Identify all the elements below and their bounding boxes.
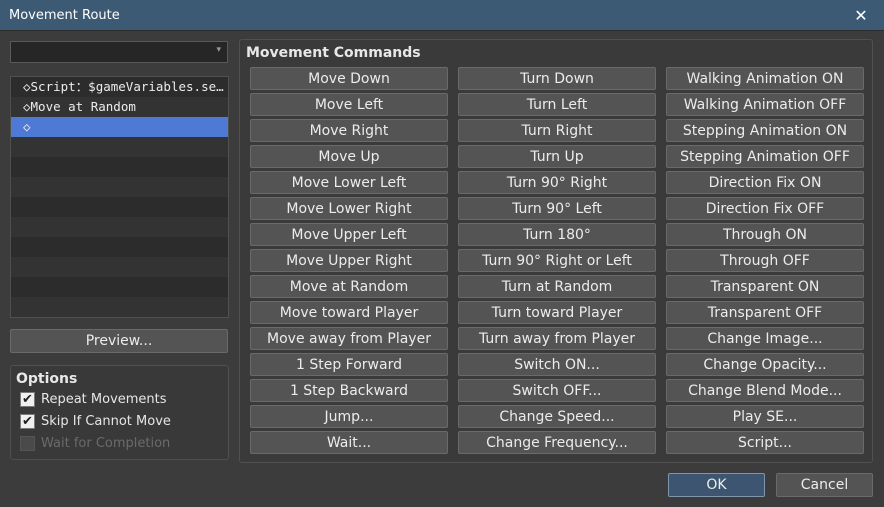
movement-commands-title: Movement Commands xyxy=(246,45,421,61)
switch-off-button[interactable]: Switch OFF... xyxy=(458,379,656,402)
turn-180-deg-button[interactable]: Turn 180° xyxy=(458,223,656,246)
route-list-item[interactable] xyxy=(11,237,228,257)
skip-if-cannot-move-checkbox[interactable]: ✔ Skip If Cannot Move xyxy=(20,414,171,429)
route-list-item[interactable]: ◇Move at Random xyxy=(11,97,228,117)
cancel-button[interactable]: Cancel xyxy=(776,473,873,497)
move-up-button[interactable]: Move Up xyxy=(250,145,448,168)
preview-button[interactable]: Preview... xyxy=(10,329,228,353)
play-se-button[interactable]: Play SE... xyxy=(666,405,864,428)
move-upper-right-button[interactable]: Move Upper Right xyxy=(250,249,448,272)
route-list-item[interactable] xyxy=(11,177,228,197)
change-image-button[interactable]: Change Image... xyxy=(666,327,864,350)
move-away-from-player-button[interactable]: Move away from Player xyxy=(250,327,448,350)
repeat-movements-checkbox[interactable]: ✔ Repeat Movements xyxy=(20,392,167,407)
transparent-on-button[interactable]: Transparent ON xyxy=(666,275,864,298)
turn-right-button[interactable]: Turn Right xyxy=(458,119,656,142)
wait-for-completion-label: Wait for Completion xyxy=(41,436,171,451)
skip-if-cannot-move-label: Skip If Cannot Move xyxy=(41,414,171,429)
move-at-random-button[interactable]: Move at Random xyxy=(250,275,448,298)
move-lower-right-button[interactable]: Move Lower Right xyxy=(250,197,448,220)
route-list[interactable]: ◇Script：$gameVariables.setValue(…◇Move a… xyxy=(10,76,229,318)
change-speed-button[interactable]: Change Speed... xyxy=(458,405,656,428)
route-list-item[interactable] xyxy=(11,137,228,157)
route-list-item[interactable] xyxy=(11,157,228,177)
through-on-button[interactable]: Through ON xyxy=(666,223,864,246)
walking-animation-off-button[interactable]: Walking Animation OFF xyxy=(666,93,864,116)
command-button-grid: Move Down Turn Down Walking Animation ON Mo… xyxy=(250,67,864,454)
move-down-button[interactable]: Move Down xyxy=(250,67,448,90)
change-blend-mode-button[interactable]: Change Blend Mode... xyxy=(666,379,864,402)
1-step-forward-button[interactable]: 1 Step Forward xyxy=(250,353,448,376)
wait-button[interactable]: Wait... xyxy=(250,431,448,454)
turn-left-button[interactable]: Turn Left xyxy=(458,93,656,116)
close-icon[interactable]: ✕ xyxy=(838,0,884,31)
move-left-button[interactable]: Move Left xyxy=(250,93,448,116)
title-bar: Movement Route ✕ xyxy=(0,0,884,31)
route-list-item[interactable]: ◇Script：$gameVariables.setValue(… xyxy=(11,77,228,97)
direction-fix-off-button[interactable]: Direction Fix OFF xyxy=(666,197,864,220)
transparent-off-button[interactable]: Transparent OFF xyxy=(666,301,864,324)
checkbox-box xyxy=(20,436,35,451)
script-button[interactable]: Script... xyxy=(666,431,864,454)
target-dropdown[interactable]: ▾ xyxy=(10,41,228,63)
ok-button[interactable]: OK xyxy=(668,473,765,497)
route-list-item[interactable] xyxy=(11,257,228,277)
jump-button[interactable]: Jump... xyxy=(250,405,448,428)
switch-on-button[interactable]: Switch ON... xyxy=(458,353,656,376)
chevron-down-icon: ▾ xyxy=(216,45,221,55)
route-list-item[interactable] xyxy=(11,217,228,237)
route-list-item[interactable] xyxy=(11,277,228,297)
checkbox-box[interactable]: ✔ xyxy=(20,414,35,429)
turn-at-random-button[interactable]: Turn at Random xyxy=(458,275,656,298)
turn-down-button[interactable]: Turn Down xyxy=(458,67,656,90)
repeat-movements-label: Repeat Movements xyxy=(41,392,167,407)
checkbox-box[interactable]: ✔ xyxy=(20,392,35,407)
stepping-animation-off-button[interactable]: Stepping Animation OFF xyxy=(666,145,864,168)
window-title: Movement Route xyxy=(9,7,120,23)
turn-90-deg-right-button[interactable]: Turn 90° Right xyxy=(458,171,656,194)
turn-away-from-player-button[interactable]: Turn away from Player xyxy=(458,327,656,350)
move-upper-left-button[interactable]: Move Upper Left xyxy=(250,223,448,246)
walking-animation-on-button[interactable]: Walking Animation ON xyxy=(666,67,864,90)
turn-toward-player-button[interactable]: Turn toward Player xyxy=(458,301,656,324)
movement-commands-group: Movement Commands Move Down Turn Down Walk… xyxy=(239,39,873,463)
route-list-item[interactable] xyxy=(11,197,228,217)
options-title: Options xyxy=(16,371,78,387)
direction-fix-on-button[interactable]: Direction Fix ON xyxy=(666,171,864,194)
route-list-item[interactable] xyxy=(11,297,228,317)
options-group: Options ✔ Repeat Movements ✔ Skip If Can… xyxy=(10,365,229,460)
change-frequency-button[interactable]: Change Frequency... xyxy=(458,431,656,454)
turn-up-button[interactable]: Turn Up xyxy=(458,145,656,168)
move-right-button[interactable]: Move Right xyxy=(250,119,448,142)
stepping-animation-on-button[interactable]: Stepping Animation ON xyxy=(666,119,864,142)
through-off-button[interactable]: Through OFF xyxy=(666,249,864,272)
1-step-backward-button[interactable]: 1 Step Backward xyxy=(250,379,448,402)
change-opacity-button[interactable]: Change Opacity... xyxy=(666,353,864,376)
dialog-body: ▾ ◇Script：$gameVariables.setValue(…◇Move… xyxy=(0,31,884,507)
route-list-item[interactable]: ◇ xyxy=(11,117,228,137)
turn-90-deg-right-or-left-button[interactable]: Turn 90° Right or Left xyxy=(458,249,656,272)
turn-90-deg-left-button[interactable]: Turn 90° Left xyxy=(458,197,656,220)
wait-for-completion-checkbox: Wait for Completion xyxy=(20,436,170,451)
move-toward-player-button[interactable]: Move toward Player xyxy=(250,301,448,324)
move-lower-left-button[interactable]: Move Lower Left xyxy=(250,171,448,194)
